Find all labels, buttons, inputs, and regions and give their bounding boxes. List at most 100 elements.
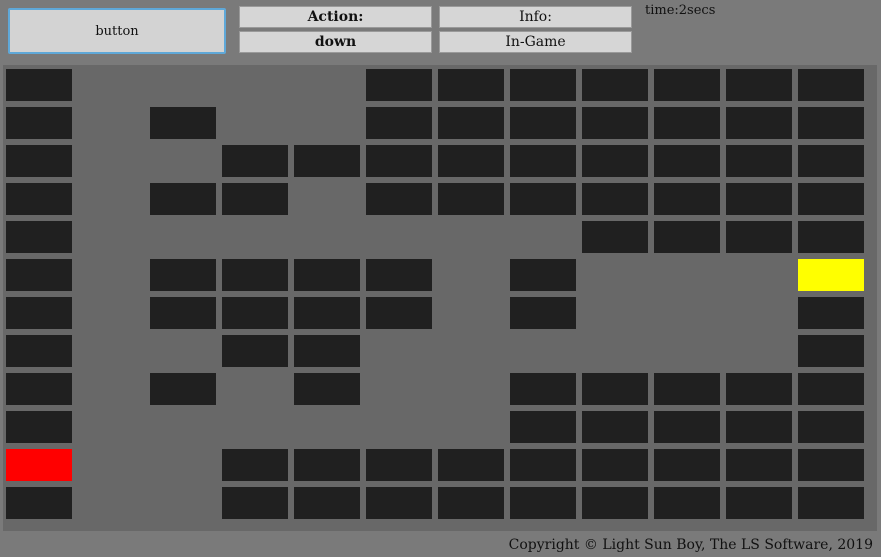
wall-cell: [294, 297, 360, 329]
wall-cell: [726, 183, 792, 215]
wall-cell: [6, 259, 72, 291]
wall-cell: [798, 183, 864, 215]
wall-cell: [798, 69, 864, 101]
wall-cell: [222, 449, 288, 481]
wall-cell: [582, 69, 648, 101]
wall-cell: [294, 449, 360, 481]
wall-cell: [6, 373, 72, 405]
main-button[interactable]: button: [8, 8, 226, 54]
wall-cell: [366, 107, 432, 139]
wall-cell: [654, 221, 720, 253]
wall-cell: [510, 259, 576, 291]
wall-cell: [726, 145, 792, 177]
wall-cell: [438, 145, 504, 177]
wall-cell: [294, 259, 360, 291]
wall-cell: [438, 107, 504, 139]
wall-cell: [654, 69, 720, 101]
wall-cell: [366, 183, 432, 215]
wall-cell: [438, 487, 504, 519]
wall-cell: [6, 297, 72, 329]
wall-cell: [150, 107, 216, 139]
wall-cell: [582, 221, 648, 253]
wall-cell: [366, 297, 432, 329]
wall-cell: [222, 145, 288, 177]
wall-cell: [438, 183, 504, 215]
wall-cell: [510, 373, 576, 405]
wall-cell: [294, 487, 360, 519]
copyright-text: Copyright © Light Sun Boy, The LS Softwa…: [508, 537, 873, 553]
wall-cell: [654, 487, 720, 519]
wall-cell: [582, 487, 648, 519]
wall-cell: [6, 145, 72, 177]
wall-cell: [510, 107, 576, 139]
wall-cell: [654, 373, 720, 405]
wall-cell: [150, 373, 216, 405]
wall-cell: [798, 411, 864, 443]
wall-cell: [150, 259, 216, 291]
wall-cell: [294, 145, 360, 177]
action-title: Action:: [239, 6, 432, 28]
wall-cell: [294, 373, 360, 405]
wall-cell: [582, 145, 648, 177]
wall-cell: [6, 221, 72, 253]
wall-cell: [798, 487, 864, 519]
wall-cell: [510, 297, 576, 329]
wall-cell: [582, 107, 648, 139]
wall-cell: [726, 69, 792, 101]
wall-cell: [150, 183, 216, 215]
wall-cell: [726, 373, 792, 405]
wall-cell: [654, 107, 720, 139]
wall-cell: [366, 259, 432, 291]
wall-cell: [6, 69, 72, 101]
maze-board[interactable]: [3, 65, 877, 531]
wall-cell: [726, 107, 792, 139]
wall-cell: [438, 449, 504, 481]
action-value: down: [239, 31, 432, 53]
wall-cell: [798, 449, 864, 481]
wall-cell: [510, 487, 576, 519]
wall-cell: [582, 449, 648, 481]
wall-cell: [726, 449, 792, 481]
wall-cell: [798, 145, 864, 177]
wall-cell: [726, 221, 792, 253]
wall-cell: [6, 107, 72, 139]
info-value: In-Game: [439, 31, 632, 53]
wall-cell: [294, 335, 360, 367]
wall-cell: [366, 145, 432, 177]
wall-cell: [726, 487, 792, 519]
wall-cell: [798, 297, 864, 329]
wall-cell: [726, 411, 792, 443]
wall-cell: [798, 107, 864, 139]
info-title: Info:: [439, 6, 632, 28]
wall-cell: [222, 183, 288, 215]
wall-cell: [510, 449, 576, 481]
wall-cell: [654, 449, 720, 481]
wall-cell: [510, 145, 576, 177]
wall-cell: [654, 183, 720, 215]
wall-cell: [222, 335, 288, 367]
wall-cell: [510, 183, 576, 215]
wall-cell: [6, 335, 72, 367]
wall-cell: [366, 449, 432, 481]
wall-cell: [798, 335, 864, 367]
wall-cell: [6, 487, 72, 519]
wall-cell: [582, 183, 648, 215]
wall-cell: [6, 183, 72, 215]
wall-cell: [798, 221, 864, 253]
wall-cell: [222, 297, 288, 329]
wall-cell: [366, 487, 432, 519]
timer-label: time:2secs: [645, 3, 716, 18]
wall-cell: [654, 411, 720, 443]
player-cell: [6, 449, 72, 481]
wall-cell: [6, 411, 72, 443]
wall-cell: [222, 259, 288, 291]
wall-cell: [582, 373, 648, 405]
goal-cell: [798, 259, 864, 291]
wall-cell: [366, 69, 432, 101]
wall-cell: [582, 411, 648, 443]
wall-cell: [438, 69, 504, 101]
wall-cell: [222, 487, 288, 519]
wall-cell: [510, 69, 576, 101]
wall-cell: [510, 411, 576, 443]
wall-cell: [150, 297, 216, 329]
